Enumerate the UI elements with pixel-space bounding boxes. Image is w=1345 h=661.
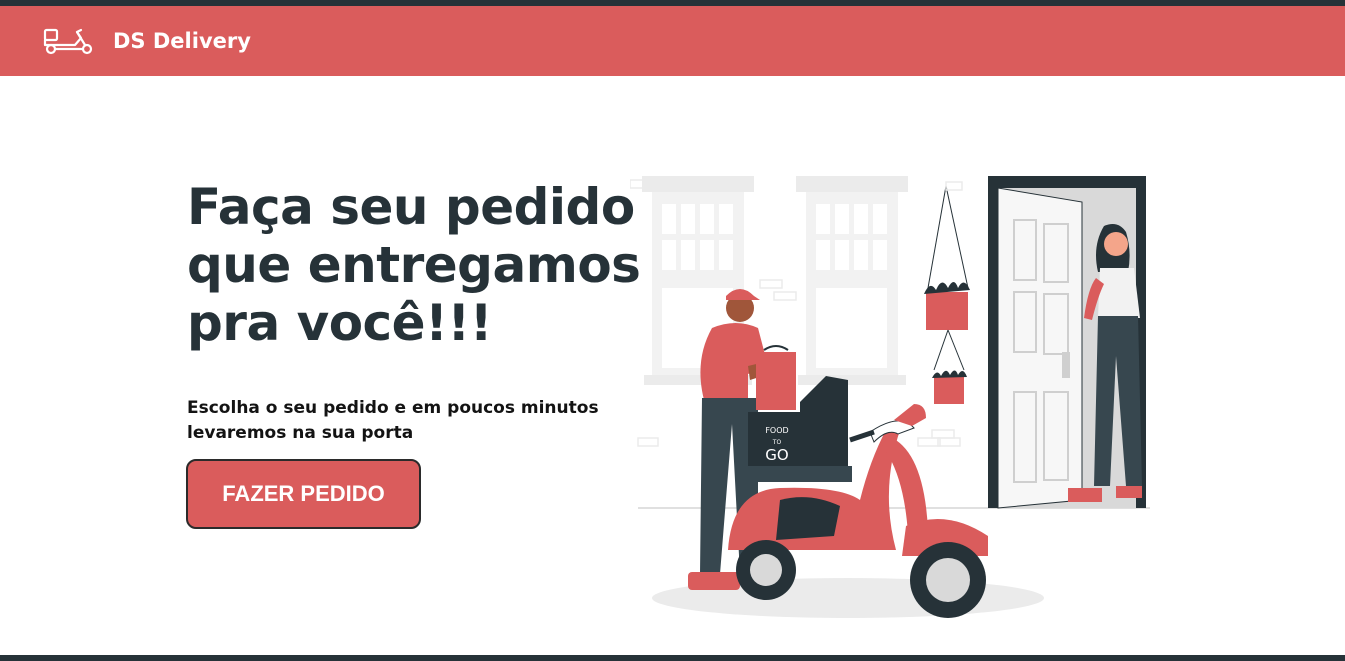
window-right (796, 176, 908, 385)
scooter-icon[interactable] (43, 26, 95, 56)
box-text-go: GO (765, 446, 788, 464)
hero-text: Faça seu pedido que entregamos pra você!… (187, 178, 647, 446)
hero-headline: Faça seu pedido que entregamos pra você!… (187, 178, 641, 352)
hanging-plants (924, 185, 970, 404)
brand-name[interactable]: DS Delivery (113, 29, 251, 53)
bottom-border (0, 655, 1345, 661)
fazer-pedido-button[interactable]: FAZER PEDIDO (186, 459, 421, 529)
hero-subtitle: Escolha o seu pedido e em poucos minutos… (187, 398, 599, 443)
navbar: DS Delivery (0, 6, 1345, 76)
box-text-to: TO (772, 439, 782, 446)
box-text-food: FOOD (765, 426, 788, 435)
delivery-illustration: FOOD TO GO (630, 176, 1150, 618)
